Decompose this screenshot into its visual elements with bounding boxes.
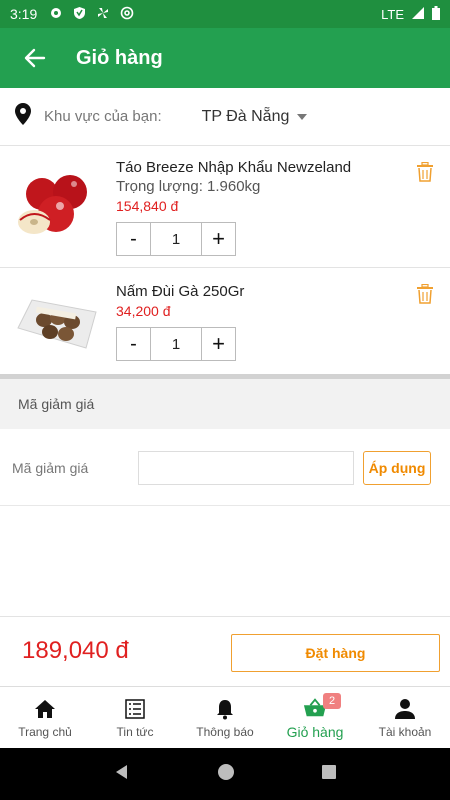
home-icon xyxy=(33,697,57,721)
back-button[interactable] xyxy=(0,28,70,88)
status-bar: 3:19 LTE xyxy=(0,0,450,28)
quantity-value: 1 xyxy=(171,230,181,248)
nav-item-home[interactable]: Trang chủ xyxy=(0,687,90,748)
location-pin-icon xyxy=(14,102,32,131)
caret-down-icon xyxy=(297,113,308,120)
system-recents-icon[interactable] xyxy=(321,764,337,785)
decrease-quantity-button[interactable]: - xyxy=(117,328,151,360)
product-price: 154,840 đ xyxy=(116,198,179,214)
cart-item: Táo Breeze Nhập Khẩu Newzeland Trọng lượ… xyxy=(0,148,450,268)
region-label: Khu vực của bạn: xyxy=(44,108,162,125)
battery-icon xyxy=(432,5,440,23)
nav-label: Trang chủ xyxy=(18,724,72,739)
quantity-stepper: - 1 + xyxy=(116,222,236,256)
discount-section-header: Mã giảm giá xyxy=(0,379,450,429)
red-apple-image xyxy=(12,166,100,246)
nav-item-cart[interactable]: 2 Giỏ hàng xyxy=(270,687,360,748)
nav-label: Thông báo xyxy=(196,724,254,739)
product-weight: Trọng lượng: 1.960kg xyxy=(116,178,261,195)
bell-icon xyxy=(213,697,237,721)
shield-icon xyxy=(73,6,86,23)
page-title: Giỏ hàng xyxy=(76,46,163,69)
product-name: Táo Breeze Nhập Khẩu Newzeland xyxy=(116,159,352,176)
nav-label: Tin tức xyxy=(116,724,154,739)
nav-label: Tài khoản xyxy=(378,724,432,739)
trash-icon[interactable] xyxy=(416,161,434,182)
cart-total: 189,040 đ xyxy=(22,637,129,664)
arrow-left-icon xyxy=(24,48,46,68)
news-list-icon xyxy=(123,697,147,721)
cart-count-badge: 2 xyxy=(323,693,341,709)
product-name: Nấm Đùi Gà 250Gr xyxy=(116,283,245,300)
increase-quantity-button[interactable]: + xyxy=(201,223,235,255)
checkout-footer: 189,040 đ Đặt hàng xyxy=(0,616,450,686)
apply-discount-button[interactable]: Áp dụng xyxy=(363,450,431,485)
mushroom-tray-image xyxy=(12,278,100,358)
cart-item: Nấm Đùi Gà 250Gr 34,200 đ - 1 + xyxy=(0,270,450,374)
discount-label: Mã giảm giá xyxy=(12,459,89,476)
place-order-button[interactable]: Đặt hàng xyxy=(231,634,440,672)
signal-icon xyxy=(412,6,424,22)
network-label: LTE xyxy=(381,6,404,22)
product-price: 34,200 đ xyxy=(116,303,171,319)
trash-icon[interactable] xyxy=(416,283,434,304)
system-home-icon[interactable] xyxy=(217,763,235,786)
app-bar: Giỏ hàng xyxy=(0,28,450,88)
nav-item-news[interactable]: Tin tức xyxy=(90,687,180,748)
decrease-quantity-button[interactable]: - xyxy=(117,223,151,255)
nav-item-notifications[interactable]: Thông báo xyxy=(180,687,270,748)
quantity-value: 1 xyxy=(171,335,181,353)
quantity-stepper: - 1 + xyxy=(116,327,236,361)
region-selected-value: TP Đà Nẵng xyxy=(201,107,290,125)
increase-quantity-button[interactable]: + xyxy=(201,328,235,360)
fan-icon xyxy=(96,6,110,23)
user-icon xyxy=(393,697,417,721)
bottom-navigation: Trang chủ Tin tức Thông báo 2 Giỏ hàng T… xyxy=(0,686,450,748)
nav-item-account[interactable]: Tài khoản xyxy=(360,687,450,748)
region-dropdown[interactable]: TP Đà Nẵng xyxy=(202,108,308,126)
at-icon xyxy=(120,6,134,23)
discount-row: Mã giảm giá Áp dụng xyxy=(0,430,450,506)
discount-code-input[interactable] xyxy=(138,450,354,485)
cart-item-info: Nấm Đùi Gà 250Gr 34,200 đ - 1 + xyxy=(116,282,244,361)
region-selector-row: Khu vực của bạn: TP Đà Nẵng xyxy=(0,88,450,146)
system-navigation-bar xyxy=(0,748,450,800)
status-time: 3:19 xyxy=(10,6,38,22)
nav-label: Giỏ hàng xyxy=(286,723,344,740)
gear-icon xyxy=(49,6,63,23)
cart-item-info: Táo Breeze Nhập Khẩu Newzeland Trọng lượ… xyxy=(116,158,351,256)
system-back-icon[interactable] xyxy=(113,763,131,786)
